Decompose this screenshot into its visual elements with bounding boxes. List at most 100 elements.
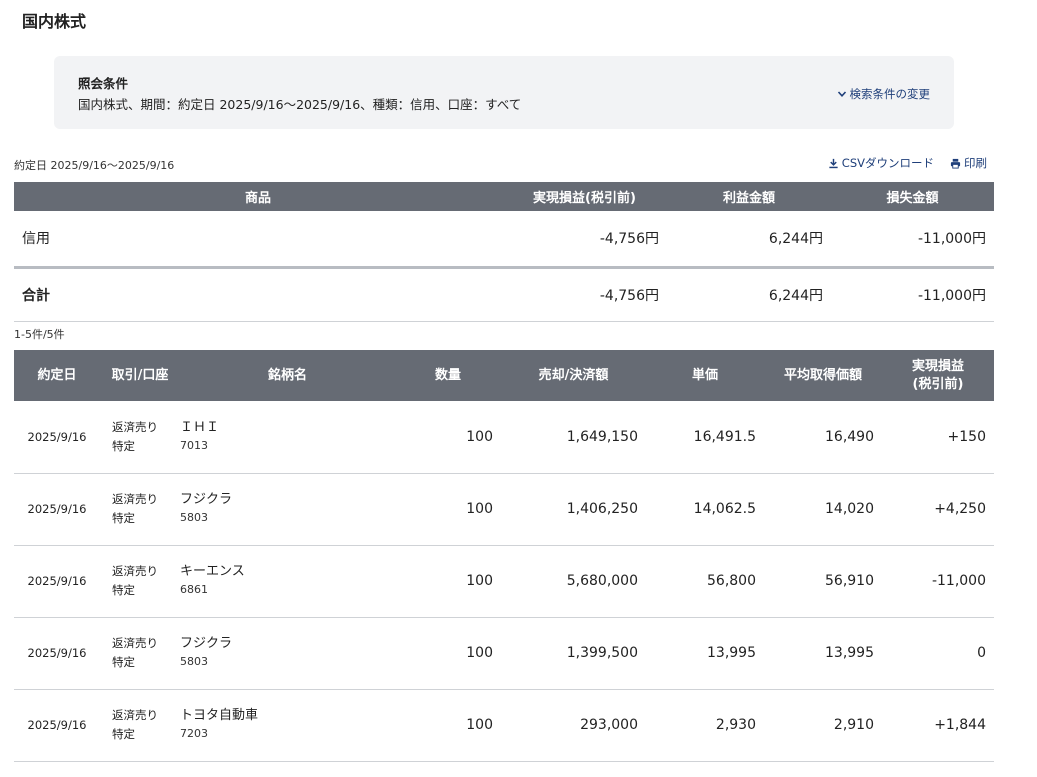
cell-realized-pl: -11,000 [882,545,994,618]
total-loss: -11,000円 [831,267,994,322]
stock-code: 7013 [180,438,208,452]
total-profit: 6,244円 [667,267,831,322]
stock-name: キーエンス [180,564,245,579]
cell-qty: 100 [395,689,501,762]
cell-amount: 293,000 [501,689,646,762]
conditions-label: 照会条件 [78,76,129,91]
trade-type: 返済売り [112,564,158,578]
table-row: 2025/9/16 返済売り 特定 フジクラ 5803 100 1,399,500 … [14,617,994,690]
cell-stock: トヨタ自動車 7203 [180,689,395,762]
summary-table: 商品 実現損益(税引前) 利益金額 損失金額 信用 -4,756円 6,244円… [14,182,994,322]
stock-code: 5803 [180,511,208,524]
cell-stock: フジクラ 5803 [180,473,395,546]
header-realized-pl-line1: 実現損益 [911,358,964,374]
stock-code: 6861 [180,583,208,596]
summary-header-product: 商品 [14,182,502,211]
cell-date: 2025/9/16 [14,617,100,690]
summary-row: 信用 -4,756円 6,244円 -11,000円 [14,211,994,269]
cell-amount: 5,680,000 [501,545,646,618]
cell-trade: 返済売り 特定 [100,401,180,474]
cell-stock: フジクラ 5803 [180,617,395,690]
cell-qty: 100 [395,545,501,618]
trade-type: 返済売り [112,492,158,506]
total-realized: -4,756円 [502,267,667,322]
cell-realized-pl: 0 [882,617,994,690]
header-qty: 数量 [395,350,501,401]
header-avg-cost: 平均取得価額 [764,350,882,401]
printer-icon [950,158,961,169]
cell-realized-pl: +150 [882,401,994,474]
account-type: 特定 [112,655,135,669]
total-label: 合計 [14,267,502,322]
cell-amount: 1,399,500 [501,617,646,690]
cell-price: 13,995 [646,617,764,690]
cell-realized-pl: +4,250 [882,473,994,546]
summary-total-row: 合計 -4,756円 6,244円 -11,000円 [14,267,994,322]
summary-product: 信用 [14,211,502,269]
cell-price: 16,491.5 [646,401,764,474]
cell-date: 2025/9/16 [14,473,100,546]
chevron-down-icon [837,91,846,97]
header-date: 約定日 [14,350,100,401]
csv-download-button[interactable]: CSVダウンロード [828,155,934,171]
cell-qty: 100 [395,473,501,546]
cell-avg-cost: 14,020 [764,473,882,546]
conditions-text: 国内株式、期間：約定日 2025/9/16〜2025/9/16、種類：信用、口座… [78,97,522,112]
account-type: 特定 [112,583,135,597]
page-title: 国内株式 [22,12,87,31]
stock-code: 7203 [180,727,208,740]
cell-date: 2025/9/16 [14,689,100,762]
account-type: 特定 [112,511,135,525]
header-amount: 売却/決済額 [501,350,646,401]
csv-download-label: CSVダウンロード [841,156,934,170]
summary-header-loss: 損失金額 [831,182,994,211]
cell-avg-cost: 56,910 [764,545,882,618]
cell-trade: 返済売り 特定 [100,545,180,618]
table-row: 2025/9/16 返済売り 特定 キーエンス 6861 100 5,680,000… [14,545,994,618]
cell-avg-cost: 2,910 [764,689,882,762]
header-price: 単価 [646,350,764,401]
download-icon [829,158,838,168]
table-row: 2025/9/16 返済売り 特定 フジクラ 5803 100 1,406,250 … [14,473,994,546]
cell-price: 2,930 [646,689,764,762]
cell-qty: 100 [395,401,501,474]
trade-type: 返済売り [112,636,158,650]
result-count: 1-5件/5件 [14,328,65,341]
header-stock: 銘柄名 [180,350,395,401]
cell-trade: 返済売り 特定 [100,617,180,690]
header-realized-pl-line2: (税引前) [912,376,964,392]
date-range-label: 約定日 2025/9/16〜2025/9/16 [14,159,175,172]
cell-price: 14,062.5 [646,473,764,546]
header-trade: 取引/口座 [100,350,180,401]
cell-price: 56,800 [646,545,764,618]
trade-type: 返済売り [112,419,158,434]
stock-name: トヨタ自動車 [180,708,259,723]
summary-loss: -11,000円 [831,211,994,269]
change-conditions-link[interactable]: 検索条件の変更 [837,86,930,102]
cell-avg-cost: 13,995 [764,617,882,690]
toolbar: CSVダウンロード 印刷 [828,155,987,171]
cell-amount: 1,406,250 [501,473,646,546]
header-realized-pl: 実現損益 (税引前) [882,350,994,401]
table-row: 2025/9/16 返済売り 特定 トヨタ自動車 7203 100 293,000 … [14,689,994,762]
stock-name: ＩＨＩ [180,419,220,435]
cell-qty: 100 [395,617,501,690]
cell-avg-cost: 16,490 [764,401,882,474]
cell-realized-pl: +1,844 [882,689,994,762]
print-label: 印刷 [964,156,987,170]
cell-stock: キーエンス 6861 [180,545,395,618]
summary-header-realized: 実現損益(税引前) [502,182,667,211]
detail-table: 約定日 取引/口座 銘柄名 数量 売却/決済額 単価 平均取得価額 実現損益 (… [14,350,994,762]
table-row: 2025/9/16 返済売り特定 ＩＨＩ 7013 100 1,649,150 1… [14,401,994,474]
summary-realized: -4,756円 [502,211,667,269]
print-button[interactable]: 印刷 [950,155,987,171]
cell-amount: 1,649,150 [501,401,646,474]
search-conditions-panel: 照会条件 国内株式、期間：約定日 2025/9/16〜2025/9/16、種類：… [54,56,954,129]
cell-date: 2025/9/16 [14,401,100,474]
cell-stock: ＩＨＩ 7013 [180,401,395,474]
account-type: 特定 [112,727,135,741]
account-type: 特定 [112,438,135,453]
cell-trade: 返済売り 特定 [100,473,180,546]
cell-trade: 返済売り 特定 [100,689,180,762]
trade-type: 返済売り [112,708,158,722]
